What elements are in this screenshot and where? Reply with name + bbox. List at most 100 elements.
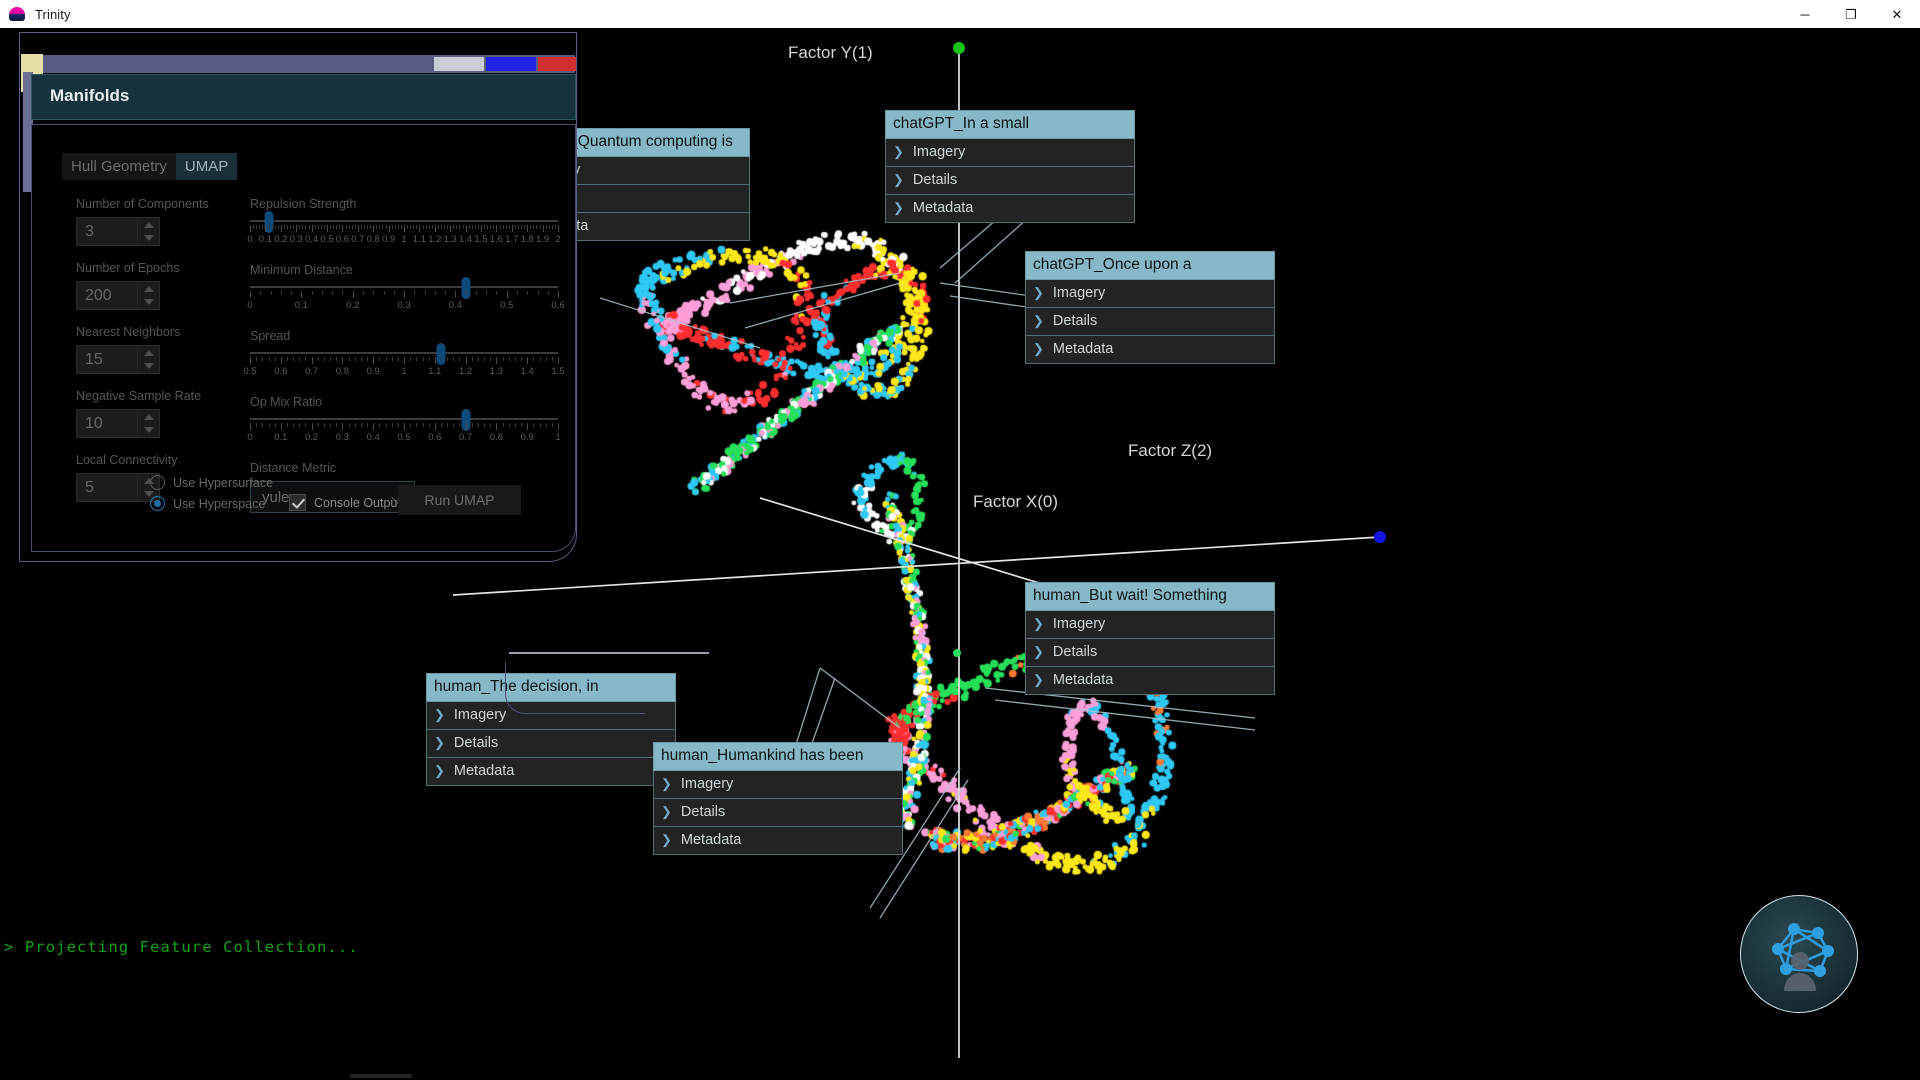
spinner-arrows[interactable]: [137, 218, 159, 245]
slider-tick-labels: 0 0.1 0.2 0.3 0.4 0.5 0.6 0.7 0.8 0.9 1 1.1 1.2 1.3 1.…: [247, 234, 561, 245]
slider-op-mix-ratio[interactable]: Op Mix Ratio 0 0.1 0.2 0.3 0.4 0.5 0.6 0.7 0.8 0.9…: [247, 395, 570, 445]
node-card-title[interactable]: chatGPT_Once upon a: [1025, 251, 1275, 280]
node-card-title[interactable]: chatGPT_In a small: [885, 110, 1135, 139]
node-card-row-label: Metadata: [912, 200, 974, 216]
caret-down-icon[interactable]: [143, 299, 154, 306]
caret-up-icon[interactable]: [143, 221, 154, 228]
node-card[interactable]: human_But wait! Something ❯ Imagery ❯ Detail…: [1025, 582, 1275, 695]
panel-header: Manifolds: [31, 74, 576, 120]
panel-tabs[interactable]: Hull Geometry UMAP: [62, 153, 238, 180]
chevron-right-icon: ❯: [434, 735, 445, 750]
node-card-row-metadata[interactable]: ❯ Metadata: [653, 827, 903, 855]
node-card-row-label: Metadata: [453, 763, 515, 779]
radio-label: Use Hypersurface: [173, 475, 274, 490]
node-card-title[interactable]: human_Humankind has been: [653, 742, 903, 771]
chevron-right-icon: ❯: [1033, 672, 1044, 687]
field-label: Negative Sample Rate: [76, 389, 202, 403]
node-card-row-label: Imagery: [1052, 285, 1106, 301]
node-card-row-details[interactable]: ❯ Details: [1025, 639, 1275, 667]
node-card-title[interactable]: human_But wait! Something: [1025, 582, 1275, 611]
window-title-bar: Trinity ─ ❐ ✕: [0, 0, 1920, 28]
close-button[interactable]: ✕: [1874, 0, 1920, 28]
field-negative-sample-rate: Negative Sample Rate 10: [76, 389, 276, 438]
caret-up-icon[interactable]: [143, 349, 154, 356]
tab-hull-geometry[interactable]: Hull Geometry: [62, 153, 176, 180]
radio-dot-icon: [150, 475, 165, 490]
chevron-right-icon: ❯: [1033, 285, 1044, 300]
spinner-value: 5: [85, 478, 94, 496]
node-card-row-label: Details: [912, 172, 958, 188]
node-card-row-imagery[interactable]: ❯ Imagery: [653, 771, 903, 799]
node-card-row-label: Imagery: [680, 776, 734, 792]
minimize-button[interactable]: ─: [1782, 0, 1828, 28]
node-card-row-metadata[interactable]: ❯ Metadata: [426, 758, 676, 786]
run-umap-button[interactable]: Run UMAP: [398, 485, 521, 515]
network-person-icon: [1772, 923, 1834, 991]
spinner-input[interactable]: 10: [76, 409, 160, 438]
node-card[interactable]: chatGPT_Once upon a ❯ Imagery ❯ Details ❯ Meta…: [1025, 251, 1275, 364]
color-swatch-grey[interactable]: [434, 57, 484, 71]
node-card-row-imagery[interactable]: ❯ Imagery: [1025, 280, 1275, 308]
spinner-arrows[interactable]: [137, 410, 159, 437]
console-output-checkbox[interactable]: Console Output: [289, 494, 401, 511]
chevron-right-icon: ❯: [661, 804, 672, 819]
node-card[interactable]: human_Humankind has been ❯ Imagery ❯ Details…: [653, 742, 903, 855]
slider-track[interactable]: [250, 277, 558, 299]
panel-body: Hull Geometry UMAP Number of Components 3…: [31, 124, 576, 552]
node-card-row-imagery[interactable]: ❯ Imagery: [885, 139, 1135, 167]
field-number-of-epochs: Number of Epochs 200: [76, 261, 276, 310]
field-label: Distance Metric: [250, 461, 337, 475]
slider-minimum-distance[interactable]: Minimum Distance 0 0.1 0.2 0.3 0.4 0.5 0.6: [247, 263, 570, 313]
tab-umap[interactable]: UMAP: [175, 153, 238, 180]
spinner-value: 15: [85, 350, 103, 368]
caret-down-icon[interactable]: [143, 235, 154, 242]
slider-track[interactable]: [250, 211, 558, 233]
caret-up-icon[interactable]: [143, 413, 154, 420]
spinner-input[interactable]: 15: [76, 345, 160, 374]
node-card-row-details[interactable]: ❯ Details: [653, 799, 903, 827]
slider-track[interactable]: [250, 343, 558, 365]
spinner-arrows[interactable]: [137, 346, 159, 373]
caret-down-icon[interactable]: [143, 427, 154, 434]
node-card-row-imagery[interactable]: ❯ Imagery: [1025, 611, 1275, 639]
spinner-input[interactable]: 200: [76, 281, 160, 310]
node-card-row-details[interactable]: ❯ Details: [426, 730, 676, 758]
node-card-row-metadata[interactable]: ❯ Metadata: [885, 195, 1135, 223]
color-swatch-red[interactable]: [538, 57, 576, 71]
caret-up-icon[interactable]: [143, 285, 154, 292]
spinner-input[interactable]: 3: [76, 217, 160, 246]
node-card-row-metadata[interactable]: ❯ Metadata: [1025, 667, 1275, 695]
spinner-input[interactable]: 5: [76, 473, 160, 502]
radio-use-hypersurface[interactable]: Use Hypersurface: [150, 475, 273, 490]
node-card-row-label: Imagery: [912, 144, 966, 160]
slider-spread[interactable]: Spread 0.5 0.6 0.7 0.8 0.9 1 1.1 1.2 1.3 1.4 1.5: [243, 329, 570, 379]
node-card-row-details[interactable]: ❯ Details: [885, 167, 1135, 195]
node-card-row-label: Details: [1052, 644, 1098, 660]
field-number-of-components: Number of Components 3: [76, 197, 276, 246]
slider-ticks: [250, 423, 559, 430]
node-card-row-metadata[interactable]: ❯ Metadata: [1025, 336, 1275, 364]
chevron-right-icon: ❯: [893, 172, 904, 187]
spinner-arrows[interactable]: [137, 282, 159, 309]
slider-repulsion-strength[interactable]: Repulsion Strength 0 0.1 0.2 0.3 0.4 0.5 0.6 0.7…: [247, 197, 570, 247]
manifolds-tool-window[interactable]: Manifolds Hull Geometry UMAP Number of C…: [9, 32, 709, 714]
maximize-button[interactable]: ❐: [1828, 0, 1874, 28]
color-swatch-blue[interactable]: [486, 57, 536, 71]
slider-track[interactable]: [250, 409, 558, 431]
slider-tick-labels: 0.5 0.6 0.7 0.8 0.9 1 1.1 1.2 1.3 1.4 1.5: [243, 366, 565, 377]
radio-dot-icon: [150, 496, 165, 511]
chevron-right-icon: ❯: [1033, 616, 1044, 631]
slider-label: Minimum Distance: [250, 263, 353, 277]
app-title: Trinity: [35, 6, 71, 22]
chevron-right-icon: ❯: [661, 832, 672, 847]
node-card-row-details[interactable]: ❯ Details: [1025, 308, 1275, 336]
caret-down-icon[interactable]: [143, 363, 154, 370]
projection-space-radio-group[interactable]: Use Hypersurface Use Hyperspace: [150, 475, 273, 517]
slider-label: Spread: [250, 329, 291, 343]
field-label: Number of Components: [76, 197, 209, 211]
app-icon: [9, 6, 25, 22]
slider-label: Op Mix Ratio: [250, 395, 323, 409]
node-card[interactable]: chatGPT_In a small ❯ Imagery ❯ Details ❯ Metad…: [885, 110, 1135, 223]
radio-use-hyperspace[interactable]: Use Hyperspace: [150, 496, 273, 511]
assistant-orb-button[interactable]: [1740, 895, 1858, 1013]
